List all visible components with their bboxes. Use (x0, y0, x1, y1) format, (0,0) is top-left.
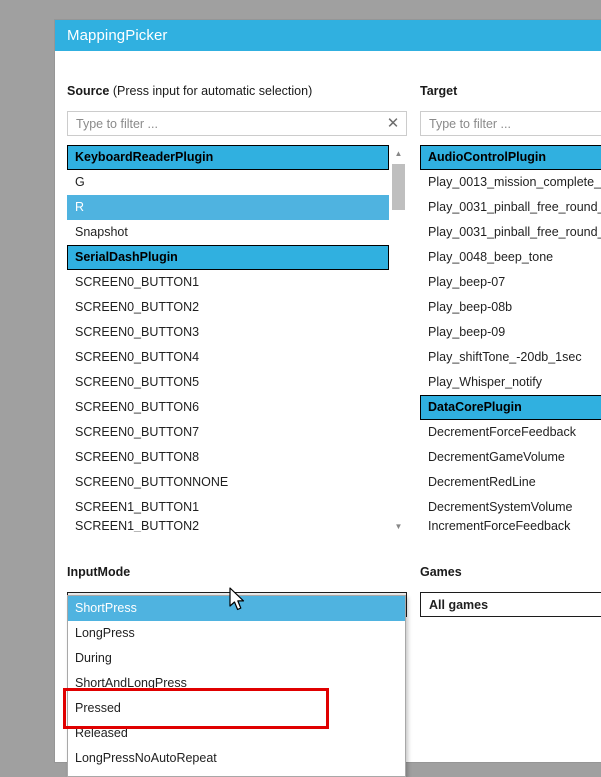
window-title: MappingPicker (67, 27, 168, 44)
list-item[interactable]: Snapshot (67, 220, 389, 245)
source-label-text: Source (67, 84, 110, 98)
list-item[interactable]: SCREEN0_BUTTON3 (67, 320, 389, 345)
list-item[interactable]: SCREEN0_BUTTON4 (67, 345, 389, 370)
games-select[interactable]: All games (420, 592, 601, 617)
list-group-header[interactable]: KeyboardReaderPlugin (67, 145, 389, 170)
list-item[interactable]: DecrementRedLine (420, 470, 601, 495)
list-item[interactable]: SCREEN0_BUTTON8 (67, 445, 389, 470)
list-item[interactable]: SCREEN0_BUTTON2 (67, 295, 389, 320)
list-item[interactable]: SCREEN1_BUTTON2 (67, 520, 389, 532)
list-item[interactable]: G (67, 170, 389, 195)
target-label-text: Target (420, 84, 458, 98)
target-panel: Target Type to filter ... AudioControlPl… (420, 51, 601, 535)
list-item[interactable]: SCREEN0_BUTTON6 (67, 395, 389, 420)
input-mode-option-list: ShortPress LongPress During ShortAndLongPre… (68, 596, 405, 771)
list-item[interactable]: Play_0048_beep_tone (420, 245, 601, 270)
target-list[interactable]: AudioControlPlugin Play_0013_mission_comp… (420, 145, 601, 535)
input-mode-dropdown-popup[interactable]: ShortPress LongPress During ShortAndLongPre… (67, 595, 406, 777)
window-titlebar: MappingPicker (55, 20, 601, 51)
list-group-header[interactable]: DataCorePlugin (420, 395, 601, 420)
list-item[interactable]: Play_0031_pinball_free_round_sfx_0 (420, 220, 601, 245)
list-item[interactable]: SCREEN1_BUTTON1 (67, 495, 389, 520)
source-filter-box[interactable]: Type to filter ... ✕ (67, 111, 407, 136)
source-list-rows: KeyboardReaderPlugin G R Snapshot SerialDash… (67, 145, 389, 532)
list-item[interactable]: DecrementSystemVolume (420, 495, 601, 520)
dropdown-option[interactable]: ShortPress (68, 596, 405, 621)
source-list-scrollbar[interactable]: ▲ ▼ (390, 145, 407, 535)
list-item[interactable]: DecrementForceFeedback (420, 420, 601, 445)
target-filter-input[interactable]: Type to filter ... (421, 117, 601, 131)
dropdown-option[interactable]: LongPressNoAutoRepeat (68, 746, 405, 771)
list-item[interactable]: IncrementForceFeedback (420, 520, 601, 532)
list-item[interactable]: SCREEN0_BUTTON1 (67, 270, 389, 295)
list-item[interactable]: DecrementGameVolume (420, 445, 601, 470)
list-item[interactable]: Play_beep-08b (420, 295, 601, 320)
list-item[interactable]: Play_Whisper_notify (420, 370, 601, 395)
list-item[interactable]: Play_beep-09 (420, 320, 601, 345)
dropdown-option[interactable]: During (68, 646, 405, 671)
list-item[interactable]: R (67, 195, 389, 220)
list-item[interactable]: Play_shiftTone_-20db_1sec (420, 345, 601, 370)
scrollbar-thumb[interactable] (392, 164, 405, 210)
list-item[interactable]: Play_0031_pinball_free_round_sfx_0 (420, 195, 601, 220)
dropdown-option[interactable]: Pressed (68, 696, 405, 721)
source-label-hint: (Press input for automatic selection) (109, 84, 313, 98)
source-list[interactable]: KeyboardReaderPlugin G R Snapshot SerialDash… (67, 145, 407, 535)
dropdown-option[interactable]: ShortAndLongPress (68, 671, 405, 696)
dropdown-option[interactable]: LongPress (68, 621, 405, 646)
games-selected-value: All games (429, 597, 489, 612)
target-filter-box[interactable]: Type to filter ... (420, 111, 601, 136)
list-item[interactable]: Play_0013_mission_complete_14 (420, 170, 601, 195)
list-group-header[interactable]: AudioControlPlugin (420, 145, 601, 170)
list-item[interactable]: Play_beep-07 (420, 270, 601, 295)
target-list-rows: AudioControlPlugin Play_0013_mission_comp… (420, 145, 601, 532)
target-section-label: Target (420, 82, 601, 100)
list-item[interactable]: SCREEN0_BUTTON5 (67, 370, 389, 395)
close-icon[interactable]: ✕ (380, 116, 406, 131)
source-panel: Source (Press input for automatic select… (67, 51, 407, 535)
games-section: Games All games (420, 563, 601, 617)
list-item[interactable]: SCREEN0_BUTTONNONE (67, 470, 389, 495)
scroll-down-icon[interactable]: ▼ (390, 518, 407, 535)
input-mode-label: InputMode (67, 565, 131, 579)
list-item[interactable]: SCREEN0_BUTTON7 (67, 420, 389, 445)
source-section-label: Source (Press input for automatic select… (67, 82, 407, 100)
list-group-header[interactable]: SerialDashPlugin (67, 245, 389, 270)
dropdown-option[interactable]: Released (68, 721, 405, 746)
source-filter-input[interactable]: Type to filter ... (68, 117, 380, 131)
games-label: Games (420, 565, 462, 579)
scroll-up-icon[interactable]: ▲ (390, 145, 407, 162)
